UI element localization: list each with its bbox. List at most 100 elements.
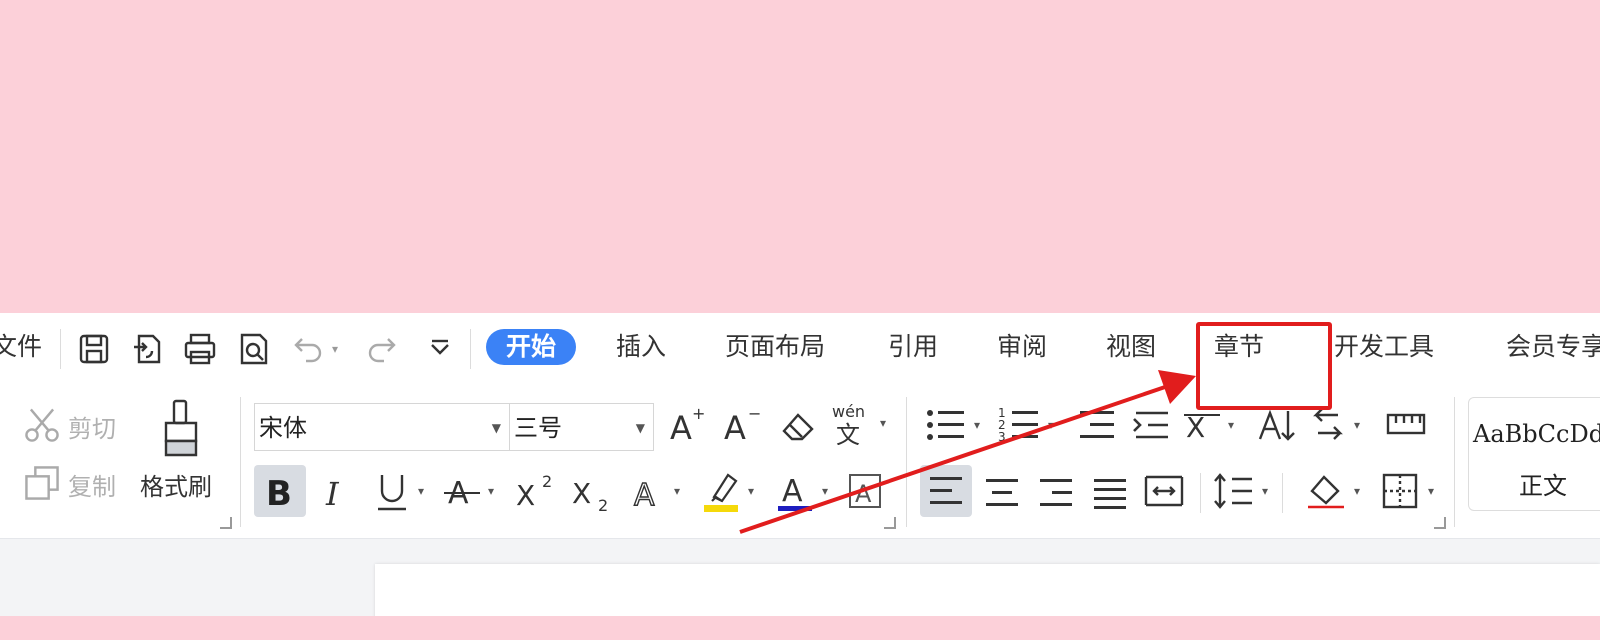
chevron-down-icon[interactable]: ▾ xyxy=(1044,415,1058,435)
subscript-icon[interactable]: X2 xyxy=(570,469,614,513)
font-size-select[interactable]: 三号 ▼ xyxy=(509,403,654,451)
tab-references[interactable]: 引用 xyxy=(888,331,938,363)
chevron-down-icon: ▼ xyxy=(491,421,501,435)
chevron-down-icon[interactable]: ▾ xyxy=(1350,481,1364,501)
chevron-down-icon[interactable]: ▾ xyxy=(876,413,890,433)
text-effect-icon[interactable]: A xyxy=(628,469,668,513)
sort-icon[interactable] xyxy=(1256,405,1296,445)
chevron-down-icon[interactable]: ▾ xyxy=(744,481,758,501)
document-page[interactable] xyxy=(375,564,1600,616)
divider xyxy=(1200,473,1201,513)
svg-text:B: B xyxy=(266,474,292,514)
italic-icon[interactable]: I xyxy=(318,469,358,513)
menu-bar: 文件 ▾ 开始 插入 页面布局 引用 审阅 视图 章节 开发工具 会员专享 xyxy=(0,313,1600,383)
customize-icon[interactable] xyxy=(420,329,460,369)
undo-dropdown-icon[interactable]: ▾ xyxy=(328,329,342,369)
chevron-down-icon[interactable]: ▾ xyxy=(1350,415,1364,435)
chevron-down-icon[interactable]: ▾ xyxy=(670,481,684,501)
chevron-down-icon[interactable]: ▾ xyxy=(1224,415,1238,435)
chevron-down-icon[interactable]: ▾ xyxy=(1258,481,1272,501)
svg-text:+: + xyxy=(692,405,705,423)
clipboard-dialog-launcher[interactable] xyxy=(220,517,232,529)
font-size-value: 三号 xyxy=(514,414,562,442)
character-border-icon[interactable]: A xyxy=(846,469,886,513)
distributed-align-icon[interactable] xyxy=(1142,469,1186,513)
increase-indent-icon[interactable] xyxy=(1130,405,1174,445)
export-icon[interactable] xyxy=(128,329,168,369)
chinese-layout-icon[interactable]: X xyxy=(1182,405,1222,445)
svg-text:文: 文 xyxy=(836,421,860,445)
divider xyxy=(1282,473,1283,513)
chevron-down-icon[interactable]: ▾ xyxy=(818,481,832,501)
svg-text:A: A xyxy=(855,480,872,508)
svg-text:X: X xyxy=(572,477,591,510)
chevron-down-icon: ▼ xyxy=(635,421,645,435)
divider xyxy=(470,329,471,369)
divider xyxy=(906,397,907,527)
tab-insert[interactable]: 插入 xyxy=(616,331,666,363)
align-right-icon[interactable] xyxy=(1034,469,1078,513)
underline-icon[interactable] xyxy=(372,469,412,513)
decrease-font-size-icon[interactable]: A − xyxy=(722,405,762,445)
strikethrough-icon[interactable]: A xyxy=(442,469,482,513)
font-name-select[interactable]: 宋体 ▼ xyxy=(254,403,510,451)
tab-home[interactable]: 开始 xyxy=(486,329,577,365)
format-painter-icon[interactable] xyxy=(156,397,206,459)
copy-label[interactable]: 复制 xyxy=(68,467,116,502)
cut-label[interactable]: 剪切 xyxy=(68,409,116,444)
tab-page-layout[interactable]: 页面布局 xyxy=(725,331,825,363)
svg-text:2: 2 xyxy=(542,472,552,491)
copy-icon[interactable] xyxy=(22,463,62,503)
svg-text:A: A xyxy=(634,478,655,513)
svg-text:I: I xyxy=(325,475,340,513)
borders-icon[interactable] xyxy=(1378,469,1422,513)
align-center-icon[interactable] xyxy=(980,469,1024,513)
wps-writer-window: 文件 ▾ 开始 插入 页面布局 引用 审阅 视图 章节 开发工具 会员专享 剪切… xyxy=(0,313,1600,616)
divider xyxy=(1454,397,1455,527)
style-normal[interactable]: AaBbCcDd 正文 xyxy=(1468,397,1600,511)
divider xyxy=(240,397,241,527)
divider xyxy=(60,329,61,369)
ruler-icon[interactable] xyxy=(1384,405,1428,445)
tab-view[interactable]: 视图 xyxy=(1106,331,1156,363)
chevron-down-icon[interactable]: ▾ xyxy=(970,415,984,435)
bullet-list-icon[interactable] xyxy=(924,405,968,445)
superscript-icon[interactable]: X2 xyxy=(514,469,558,513)
show-hide-marks-icon[interactable] xyxy=(1308,405,1348,445)
style-sample-text: AaBbCcDd xyxy=(1473,420,1600,448)
redo-icon[interactable] xyxy=(360,329,400,369)
chevron-down-icon[interactable]: ▾ xyxy=(484,481,498,501)
file-menu[interactable]: 文件 xyxy=(0,331,42,363)
tab-developer-tools[interactable]: 开发工具 xyxy=(1334,331,1434,363)
save-icon[interactable] xyxy=(74,329,114,369)
scissors-icon[interactable] xyxy=(22,405,62,445)
undo-icon[interactable] xyxy=(290,329,330,369)
justify-icon[interactable] xyxy=(1088,469,1132,513)
style-name: 正文 xyxy=(1519,472,1567,500)
line-spacing-icon[interactable] xyxy=(1212,469,1256,513)
font-color-icon[interactable]: A xyxy=(776,467,816,515)
highlight-box-chapter-tab xyxy=(1196,322,1332,410)
print-preview-icon[interactable] xyxy=(234,329,274,369)
highlighter-icon[interactable] xyxy=(702,467,742,515)
format-painter-label[interactable]: 格式刷 xyxy=(140,467,212,502)
align-left-icon[interactable] xyxy=(920,465,972,517)
font-dialog-launcher[interactable] xyxy=(884,517,896,529)
pinyin-label: wén xyxy=(832,402,865,421)
bold-icon[interactable]: B xyxy=(254,465,306,517)
chevron-down-icon[interactable]: ▾ xyxy=(414,481,428,501)
tab-member-exclusive[interactable]: 会员专享 xyxy=(1506,331,1600,363)
increase-font-size-icon[interactable]: A + xyxy=(668,405,708,445)
shading-icon[interactable] xyxy=(1304,469,1348,513)
ribbon-toolbar: 剪切 复制 格式刷 宋体 ▼ 三号 ▼ A + A − wén 文 ▾ B I … xyxy=(0,383,1600,539)
tab-review[interactable]: 审阅 xyxy=(997,331,1047,363)
print-icon[interactable] xyxy=(180,329,220,369)
document-canvas xyxy=(0,539,1600,616)
numbered-list-icon[interactable]: 123 xyxy=(998,405,1042,445)
chevron-down-icon[interactable]: ▾ xyxy=(1424,481,1438,501)
svg-text:X: X xyxy=(516,479,535,512)
paragraph-dialog-launcher[interactable] xyxy=(1434,517,1446,529)
clear-formatting-icon[interactable] xyxy=(778,405,818,445)
decrease-indent-icon[interactable] xyxy=(1074,405,1118,445)
pinyin-guide-icon[interactable]: wén 文 xyxy=(832,401,872,445)
